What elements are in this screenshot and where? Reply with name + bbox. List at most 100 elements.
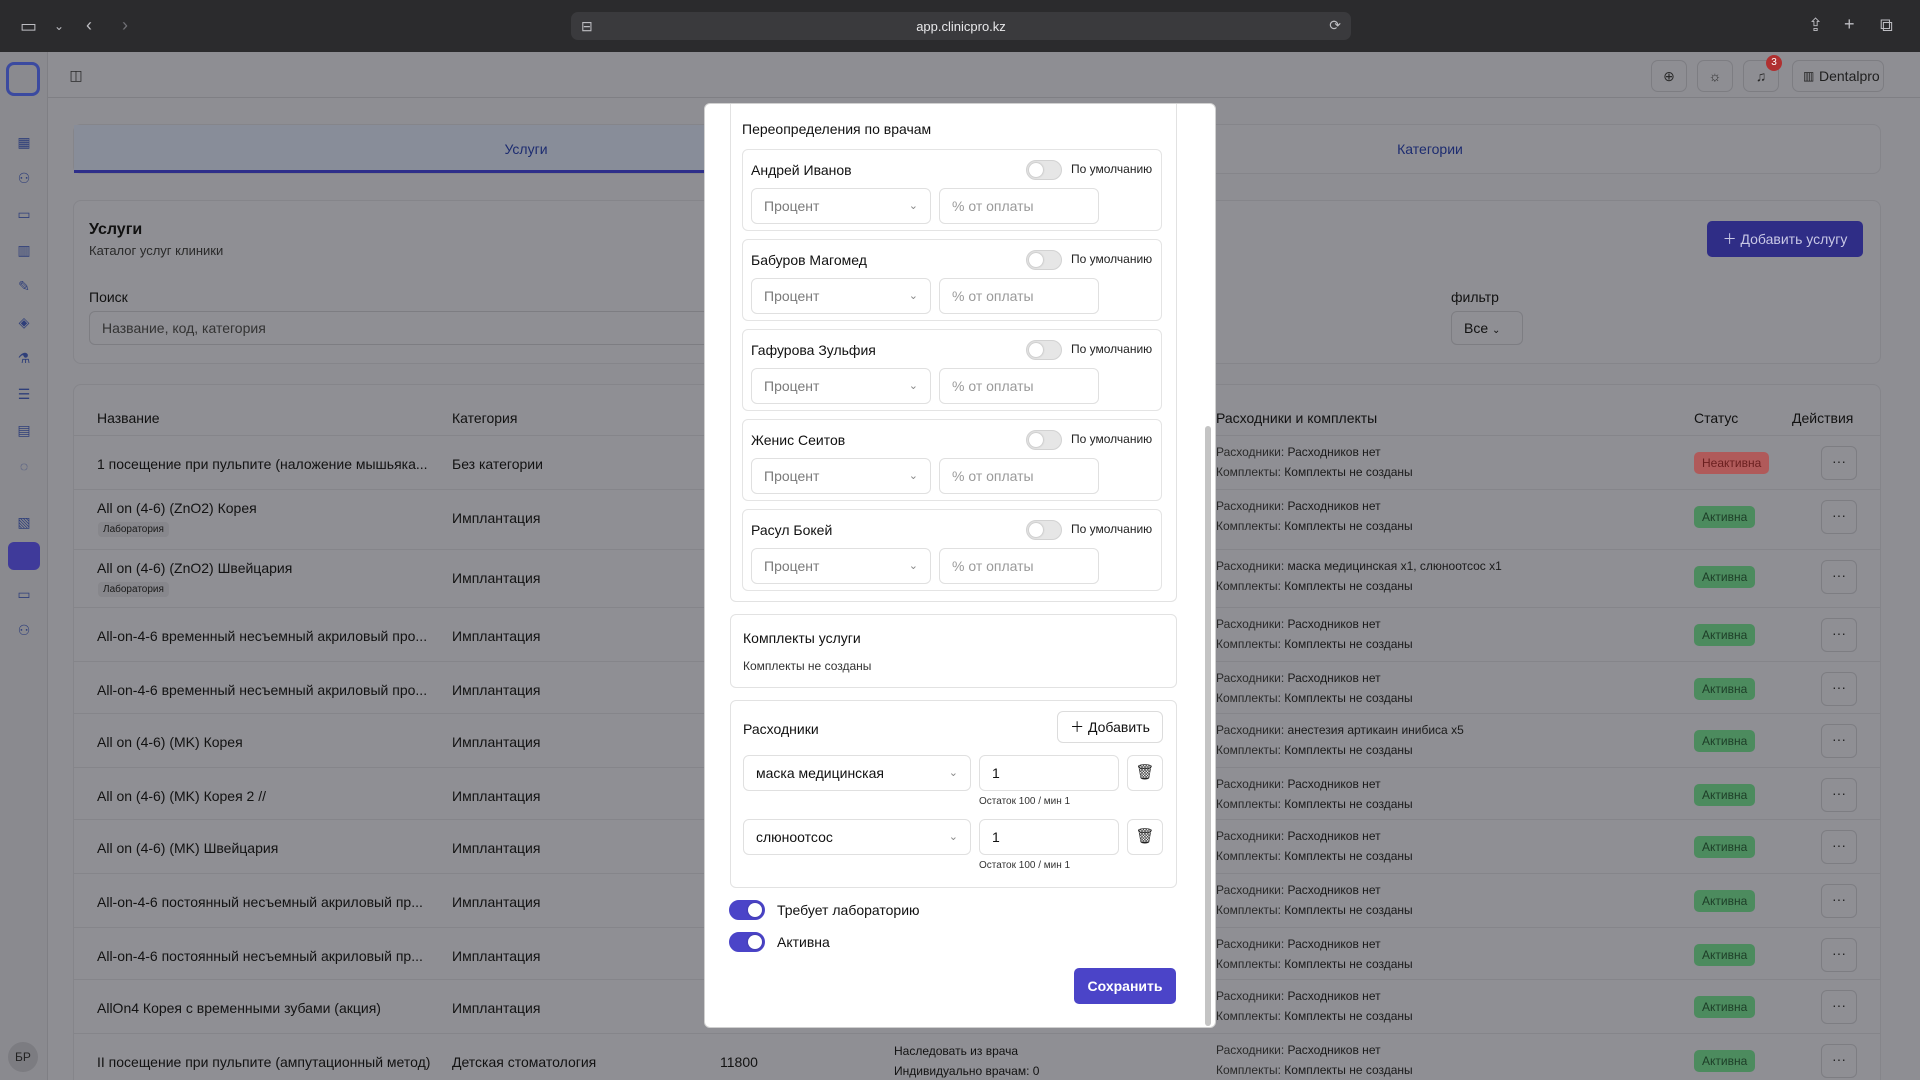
sidebar-toggle-icon[interactable]: ▭ — [20, 17, 37, 35]
column-header-consumables: Расходники и комплекты — [1216, 410, 1378, 426]
modal-scrollbar[interactable] — [1205, 426, 1211, 1026]
calendar-icon[interactable]: ▦ — [14, 132, 34, 152]
site-settings-icon[interactable]: ⊟ — [581, 18, 593, 35]
row-actions-button[interactable]: ··· — [1821, 672, 1857, 706]
row-actions-button[interactable]: ··· — [1821, 618, 1857, 652]
cons-key: Расходники: — [1216, 777, 1285, 791]
kits-value: Комплекты не созданы — [1284, 957, 1413, 971]
row-actions-button[interactable]: ··· — [1821, 446, 1857, 480]
consumable-qty-input[interactable]: 1 — [979, 819, 1119, 855]
percent-input[interactable]: % от оплаты — [939, 188, 1099, 224]
commission-type-select[interactable]: Процент ⌄ — [751, 368, 931, 404]
back-icon[interactable]: ‹ — [86, 16, 92, 34]
percent-input[interactable]: % от оплаты — [939, 278, 1099, 314]
percent-input[interactable]: % от оплаты — [939, 458, 1099, 494]
row-actions-button[interactable]: ··· — [1821, 560, 1857, 594]
page-title: Услуги — [89, 221, 143, 238]
save-button[interactable]: Сохранить — [1074, 968, 1176, 1004]
doctor-name: Бабуров Магомед — [751, 252, 867, 268]
flask-icon[interactable]: ⚗ — [14, 348, 34, 368]
share-icon[interactable]: ⇪ — [1808, 16, 1823, 34]
consumable-qty-input[interactable]: 1 — [979, 755, 1119, 791]
commission-type-select[interactable]: Процент ⌄ — [751, 458, 931, 494]
clinic-switcher[interactable]: ▥ Dentalpro — [1792, 60, 1884, 92]
trash-icon[interactable]: 🗑 — [1127, 755, 1163, 791]
service-price: 11800 — [720, 1054, 758, 1070]
filter-select[interactable]: Все ⌄ — [1451, 311, 1523, 345]
map-icon[interactable]: ▧ — [14, 512, 34, 532]
cons-value: Расходников нет — [1287, 617, 1381, 631]
kits-key: Комплекты: — [1216, 579, 1281, 593]
default-label: По умолчанию — [1071, 432, 1153, 446]
reports-icon[interactable]: ▥ — [14, 240, 34, 260]
kits-key: Комплекты: — [1216, 691, 1281, 705]
bell-icon[interactable]: ♫ 3 — [1743, 55, 1782, 92]
reload-icon[interactable]: ⟳ — [1329, 17, 1341, 34]
cons-value: Расходников нет — [1287, 499, 1381, 513]
trash-icon[interactable]: 🗑 — [1127, 819, 1163, 855]
kits-key: Комплекты: — [1216, 1063, 1281, 1077]
row-actions-button[interactable]: ··· — [1821, 830, 1857, 864]
avatar[interactable]: БР — [8, 1042, 38, 1072]
doctor-override-card: Гафурова Зульфия По умолчанию Процент ⌄ % от… — [742, 329, 1162, 411]
address-bar[interactable]: ⊟ app.clinicpro.kz ⟳ — [571, 12, 1351, 40]
percent-input[interactable]: % от оплаты — [939, 548, 1099, 584]
service-category: Имплантация — [452, 1000, 541, 1016]
language-icon[interactable]: ⊕ — [1651, 60, 1687, 92]
logo-icon[interactable] — [6, 62, 40, 96]
add-service-label: Добавить услугу — [1740, 231, 1848, 247]
consumable-select[interactable]: слюноотсос ⌄ — [743, 819, 971, 855]
wallet-icon[interactable]: ▭ — [14, 584, 34, 604]
theme-icon[interactable]: ☼ — [1697, 60, 1733, 92]
card-icon[interactable]: ▭ — [14, 204, 34, 224]
search-input[interactable]: Название, код, категория — [89, 311, 729, 345]
service-category: Имплантация — [452, 788, 541, 804]
staff-icon[interactable]: ⚇ — [14, 620, 34, 640]
panel-toggle-icon[interactable]: ◫ — [58, 60, 94, 92]
consumable-select[interactable]: маска медицинская ⌄ — [743, 755, 971, 791]
row-actions-button[interactable]: ··· — [1821, 884, 1857, 918]
table-row[interactable]: II посещение при пульпите (ампутационный… — [74, 1033, 1880, 1080]
patients-icon[interactable]: ⚇ — [14, 168, 34, 188]
default-toggle[interactable] — [1026, 340, 1062, 360]
row-actions-button[interactable]: ··· — [1821, 938, 1857, 972]
new-tab-icon[interactable]: + — [1844, 15, 1855, 33]
row-actions-button[interactable]: ··· — [1821, 500, 1857, 534]
cons-key: Расходники: — [1216, 1043, 1285, 1057]
service-category: Имплантация — [452, 734, 541, 750]
row-actions-button[interactable]: ··· — [1821, 778, 1857, 812]
active-toggle[interactable] — [729, 932, 765, 952]
cons-value: Расходников нет — [1287, 829, 1381, 843]
add-consumable-button[interactable]: ＋ Добавить — [1057, 711, 1163, 743]
box-icon[interactable]: ◈ — [14, 312, 34, 332]
chevron-down-icon[interactable]: ⌄ — [54, 17, 64, 35]
kits-key: Комплекты: — [1216, 903, 1281, 917]
tabs-overview-icon[interactable]: ⧉ — [1880, 16, 1893, 34]
requires-lab-toggle[interactable] — [729, 900, 765, 920]
whatsapp-icon[interactable]: ◌ — [14, 456, 34, 476]
default-label: По умолчанию — [1071, 342, 1153, 356]
kits-value: Комплекты не созданы — [1284, 903, 1413, 917]
commission-type-select[interactable]: Процент ⌄ — [751, 278, 931, 314]
default-toggle[interactable] — [1026, 250, 1062, 270]
consumables-cell: Расходники: Расходников нет Комплекты: Ко… — [1216, 934, 1413, 974]
default-toggle[interactable] — [1026, 160, 1062, 180]
cons-value: Расходников нет — [1287, 445, 1381, 459]
notes-icon[interactable]: ✎ — [14, 276, 34, 296]
sidebar-item-services[interactable] — [8, 542, 40, 570]
forward-icon[interactable]: › — [122, 16, 128, 34]
money-icon[interactable]: ▤ — [14, 420, 34, 440]
commission-type-select[interactable]: Процент ⌄ — [751, 548, 931, 584]
kits-key: Комплекты: — [1216, 849, 1281, 863]
row-actions-button[interactable]: ··· — [1821, 990, 1857, 1024]
commission-type-select[interactable]: Процент ⌄ — [751, 188, 931, 224]
percent-input[interactable]: % от оплаты — [939, 368, 1099, 404]
kits-key: Комплекты: — [1216, 519, 1281, 533]
default-toggle[interactable] — [1026, 520, 1062, 540]
row-actions-button[interactable]: ··· — [1821, 724, 1857, 758]
status-badge: Активна — [1694, 624, 1756, 646]
default-toggle[interactable] — [1026, 430, 1062, 450]
list-icon[interactable]: ☰ — [14, 384, 34, 404]
add-service-button[interactable]: ＋ Добавить услугу — [1707, 221, 1863, 257]
row-actions-button[interactable]: ··· — [1821, 1044, 1857, 1078]
